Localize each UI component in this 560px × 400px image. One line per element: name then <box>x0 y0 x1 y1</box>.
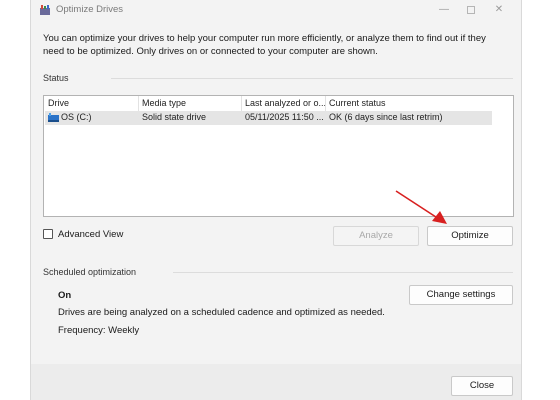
red-arrow-annotation <box>395 190 447 224</box>
optimize-drives-window: Optimize Drives — ✕ You can optimize you… <box>30 0 522 400</box>
arrow-head <box>432 211 447 224</box>
arrow-shaft <box>395 190 440 220</box>
